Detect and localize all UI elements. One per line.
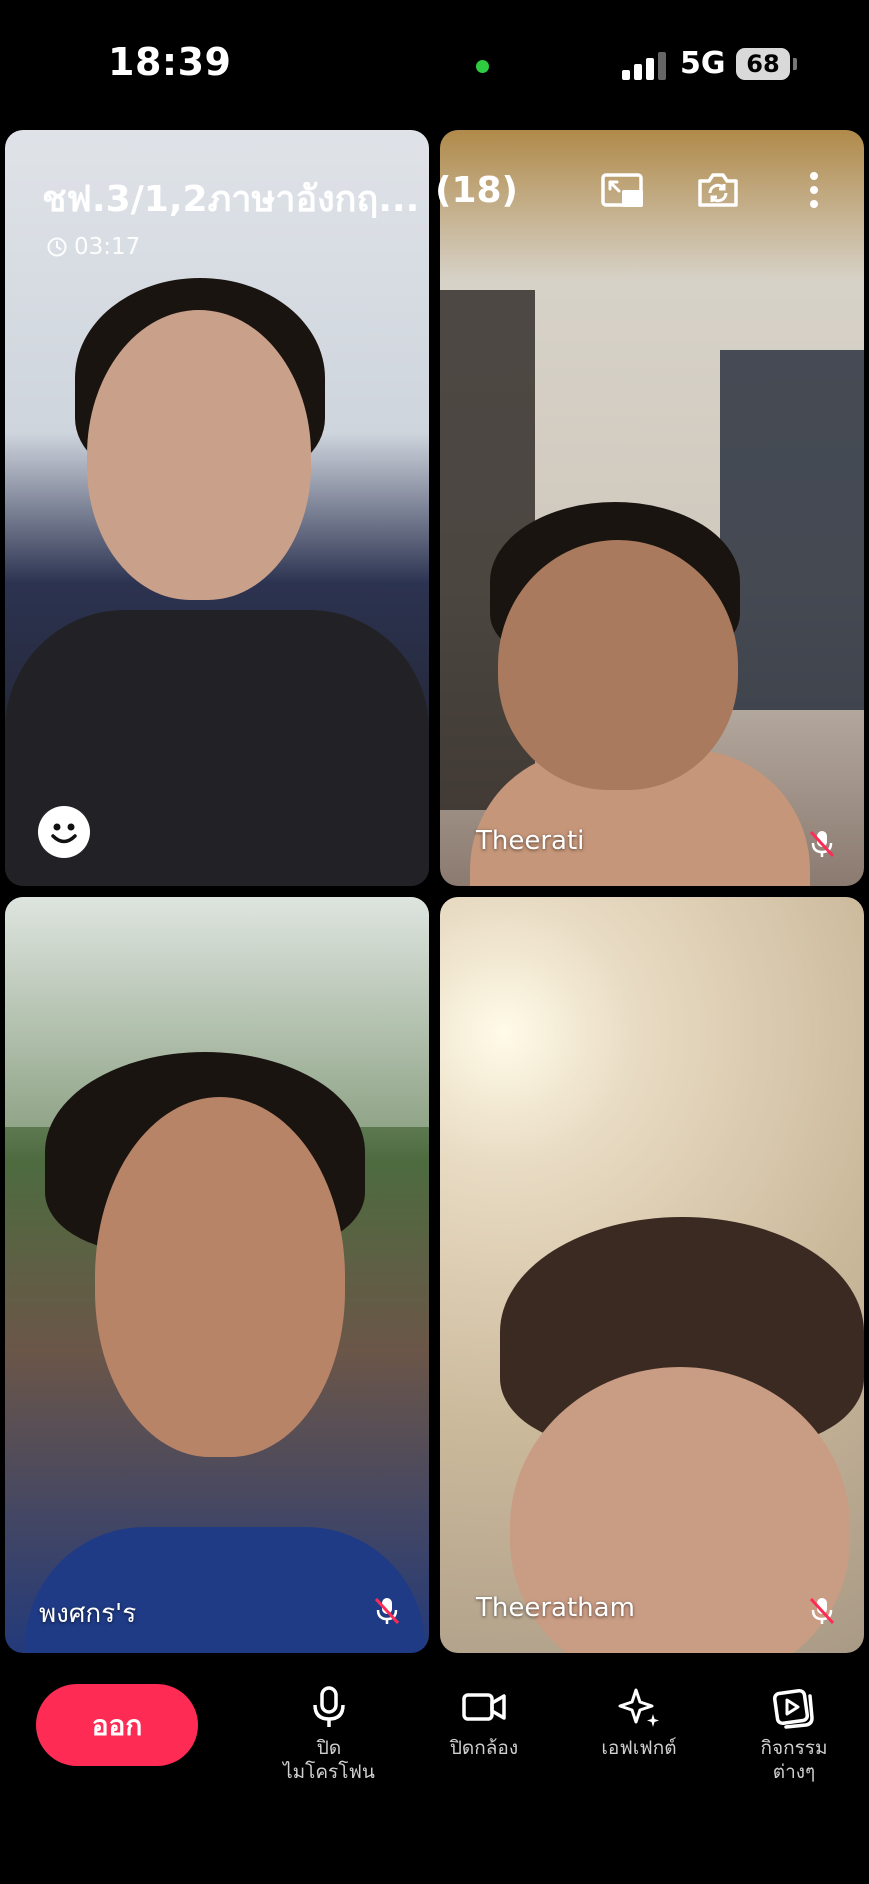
call-title[interactable]: ชฟ.3/1,2ภาษาอังกฤ... bbox=[42, 170, 419, 227]
mic-label-line2: ไมโครโฟน bbox=[283, 1761, 375, 1783]
video-camera-icon bbox=[462, 1693, 506, 1721]
activities-button[interactable]: กิจกรรม ต่างๆ bbox=[729, 1684, 859, 1784]
clock-icon bbox=[47, 237, 67, 257]
network-type: 5G bbox=[680, 46, 726, 81]
emoji-icon bbox=[51, 823, 77, 844]
battery-level: 68 bbox=[736, 48, 790, 80]
effects-button[interactable]: เอฟเฟกต์ bbox=[574, 1684, 704, 1760]
emoji-reaction-button[interactable] bbox=[38, 806, 90, 858]
mic-label-line1: ปิด bbox=[316, 1737, 342, 1759]
person-silhouette bbox=[5, 897, 429, 1653]
cellular-signal-icon bbox=[622, 52, 668, 80]
video-feed bbox=[440, 897, 864, 1653]
call-duration: 03:17 bbox=[74, 234, 141, 260]
video-feed bbox=[5, 897, 429, 1653]
leave-call-button[interactable]: ออก bbox=[36, 1684, 198, 1766]
mic-off-icon bbox=[809, 830, 835, 858]
microphone-icon bbox=[313, 1686, 345, 1727]
flip-camera-icon bbox=[698, 173, 738, 207]
activities-label-line1: กิจกรรม bbox=[760, 1737, 828, 1759]
effects-label: เอฟเฟกต์ bbox=[601, 1737, 677, 1759]
participant-name: พงศกร'ร bbox=[39, 1599, 137, 1629]
flip-camera-button[interactable] bbox=[694, 166, 742, 214]
status-time: 18:39 bbox=[108, 40, 232, 84]
camera-in-use-dot bbox=[476, 60, 489, 73]
status-bar: 18:39 5G 68 bbox=[0, 0, 869, 130]
picture-in-picture-icon bbox=[601, 173, 643, 207]
participant-tile[interactable]: Theerati bbox=[440, 130, 864, 886]
battery-icon bbox=[793, 58, 797, 70]
person-silhouette bbox=[440, 130, 864, 886]
person-silhouette bbox=[440, 897, 864, 1653]
mic-off-icon bbox=[809, 1597, 835, 1625]
mic-off-icon bbox=[374, 1597, 400, 1625]
participant-count[interactable]: (18) bbox=[435, 170, 518, 211]
more-vertical-icon bbox=[810, 172, 818, 208]
camera-label: ปิดกล้อง bbox=[449, 1737, 519, 1759]
sparkle-icon bbox=[618, 1688, 659, 1727]
video-feed bbox=[440, 130, 864, 886]
participant-tile[interactable]: Theeratham bbox=[440, 897, 864, 1653]
call-timer: 03:17 bbox=[46, 234, 140, 260]
video-call-screen: 18:39 5G 68 Theerati พงศกร'ร Theeratham … bbox=[0, 0, 869, 1884]
participant-tile[interactable]: พงศกร'ร bbox=[5, 897, 429, 1653]
mute-microphone-button[interactable]: ปิด ไมโครโฟน bbox=[264, 1684, 394, 1784]
participant-name: Theeratham bbox=[476, 1593, 635, 1623]
activities-label-line2: ต่างๆ bbox=[772, 1761, 816, 1783]
turn-off-camera-button[interactable]: ปิดกล้อง bbox=[419, 1684, 549, 1760]
more-options-button[interactable] bbox=[790, 166, 838, 214]
activities-icon bbox=[772, 1688, 814, 1729]
participant-name: Theerati bbox=[476, 826, 585, 856]
picture-in-picture-button[interactable] bbox=[598, 166, 646, 214]
